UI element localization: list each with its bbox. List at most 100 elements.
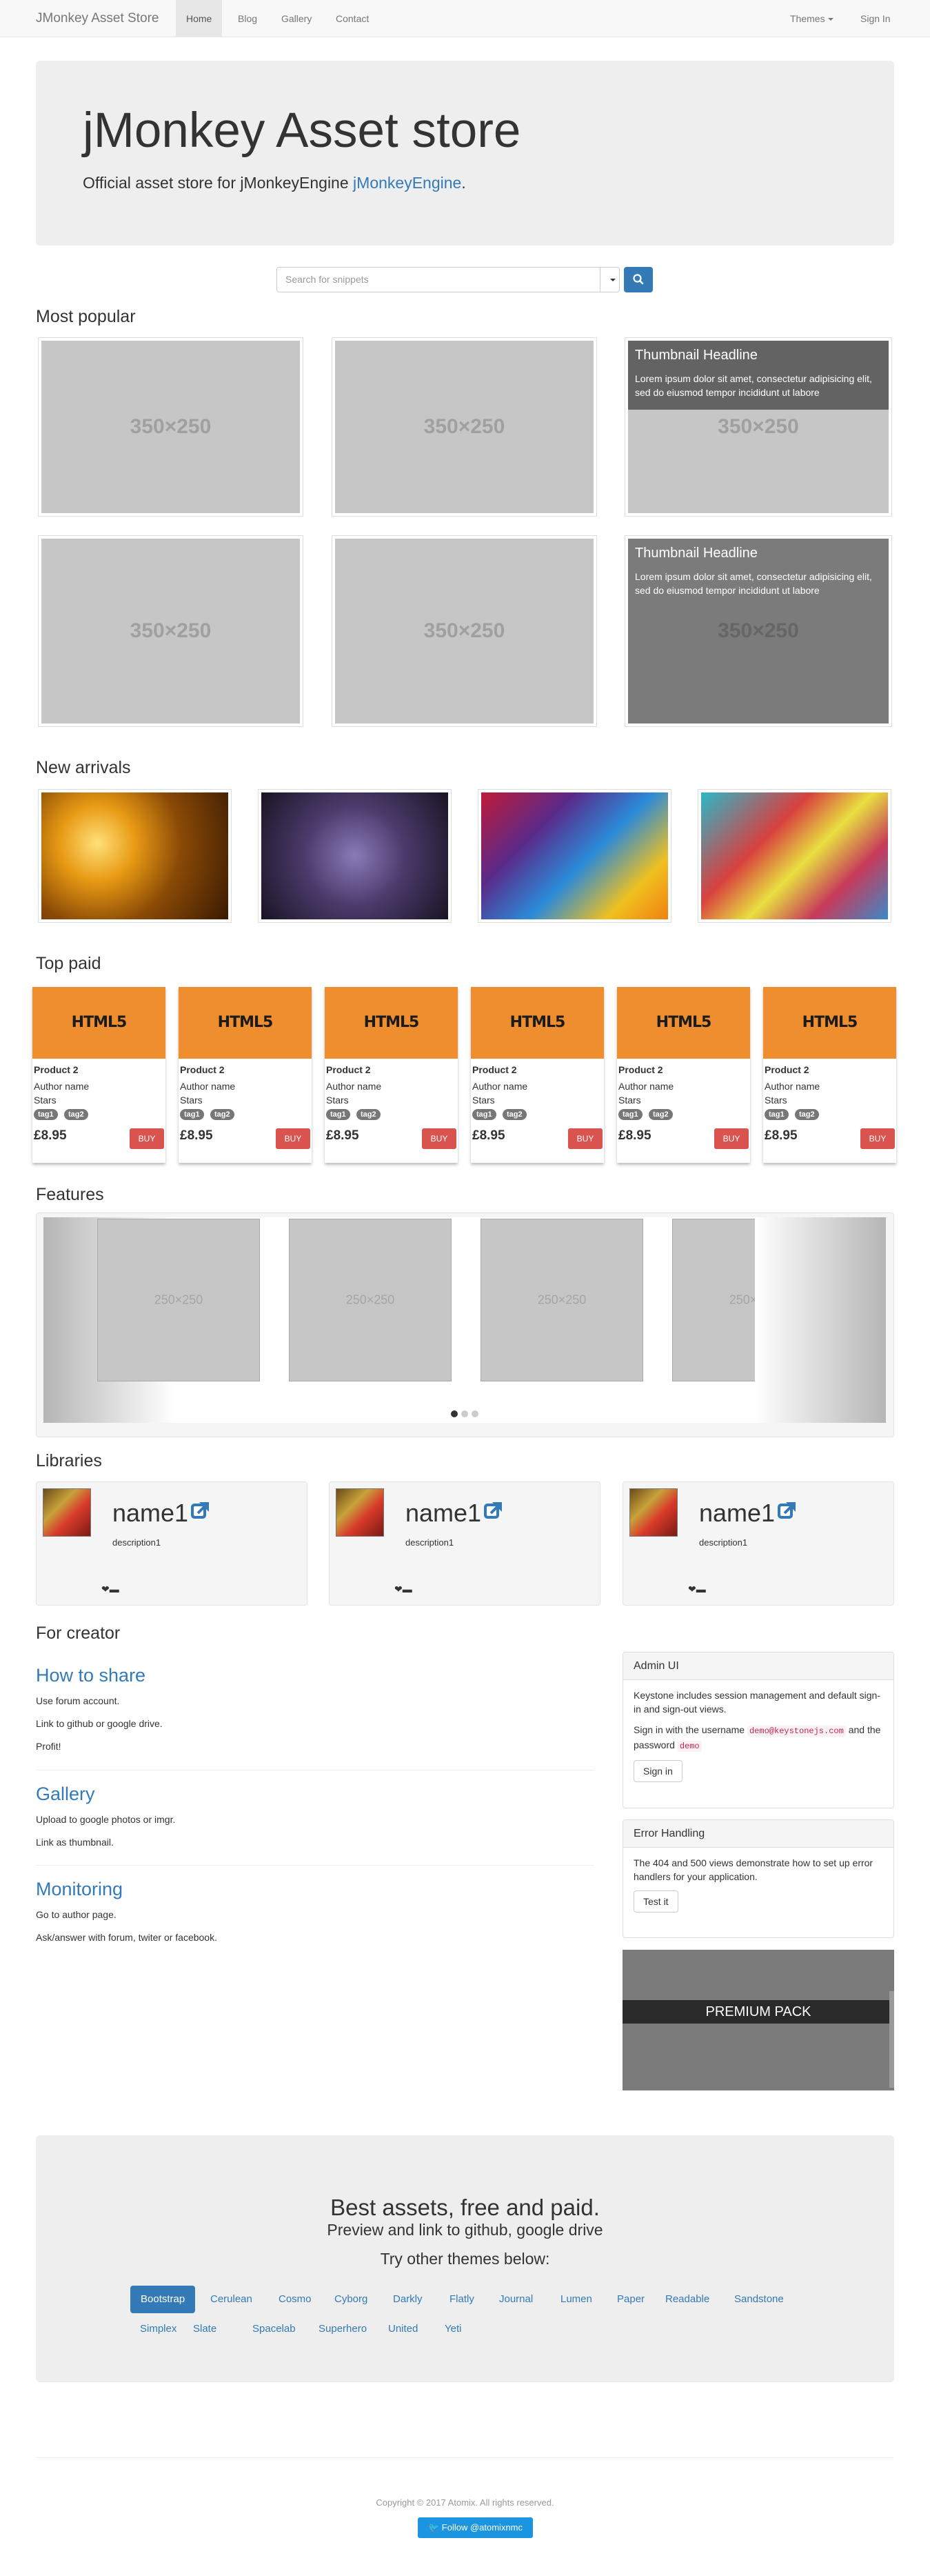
how-to-share-title[interactable]: How to share xyxy=(36,1665,145,1686)
theme-link-flatly[interactable]: Flatly xyxy=(439,2286,485,2313)
carousel-dot-2[interactable] xyxy=(461,1410,468,1417)
buy-button[interactable]: BUY xyxy=(714,1128,749,1149)
theme-link-journal[interactable]: Journal xyxy=(489,2286,543,2313)
product-tag[interactable]: tag1 xyxy=(180,1109,204,1120)
buy-button[interactable]: BUY xyxy=(860,1128,895,1149)
theme-link-cyborg[interactable]: Cyborg xyxy=(324,2286,378,2313)
arrival-image-3[interactable] xyxy=(478,790,671,922)
popular-thumb-5[interactable]: 350×250 xyxy=(332,536,596,726)
jme-link[interactable]: jMonkeyEngine xyxy=(353,174,461,192)
theme-link-darkly[interactable]: Darkly xyxy=(383,2286,433,2313)
library-card-2[interactable]: name1 description1 ❤▬ xyxy=(329,1481,600,1606)
product-tag[interactable]: tag2 xyxy=(64,1109,88,1120)
theme-link-superhero[interactable]: Superhero xyxy=(308,2315,377,2343)
theme-link-spacelab[interactable]: Spacelab xyxy=(242,2315,306,2343)
product-price: £8.95 xyxy=(180,1128,213,1143)
library-name[interactable]: name1 xyxy=(699,1499,775,1528)
product-tag[interactable]: tag2 xyxy=(503,1109,527,1120)
search-dropdown-button[interactable] xyxy=(600,267,620,292)
error-panel-title: Error Handling xyxy=(623,1820,893,1848)
product-name[interactable]: Product 2 xyxy=(618,1064,663,1075)
twitter-label: Follow @atomixnmc xyxy=(441,2522,523,2533)
theme-link-lumen[interactable]: Lumen xyxy=(550,2286,603,2313)
arrival-image-4[interactable] xyxy=(698,790,891,922)
nav-contact[interactable]: Contact xyxy=(325,0,379,37)
placeholder-label: 350×250 xyxy=(718,619,799,642)
popular-thumb-6[interactable]: 350×250 Thumbnail Headline Lorem ipsum d… xyxy=(625,536,891,726)
library-card-1[interactable]: name1 description1 ❤▬ xyxy=(36,1481,307,1606)
theme-link-simplex[interactable]: Simplex xyxy=(130,2315,187,2343)
external-link-icon[interactable] xyxy=(483,1499,505,1521)
library-card-3[interactable]: name1 description1 ❤▬ xyxy=(623,1481,894,1606)
carousel-dot-1[interactable] xyxy=(451,1410,458,1417)
product-tag[interactable]: tag1 xyxy=(472,1109,496,1120)
external-link-icon[interactable] xyxy=(776,1499,798,1521)
nav-gallery[interactable]: Gallery xyxy=(271,0,322,37)
nav-home[interactable]: Home xyxy=(176,0,223,37)
signin-link[interactable]: Sign In xyxy=(850,0,901,37)
premium-pack-banner[interactable]: PREMIUM PACK xyxy=(623,1950,894,2090)
product-tag[interactable]: tag1 xyxy=(34,1109,58,1120)
product-name[interactable]: Product 2 xyxy=(326,1064,371,1075)
library-name[interactable]: name1 xyxy=(112,1499,188,1528)
product-name[interactable]: Product 2 xyxy=(765,1064,809,1075)
product-card[interactable]: HTML5 Product 2 Author name Stars tag1 tag2 £8… xyxy=(763,987,896,1163)
product-name[interactable]: Product 2 xyxy=(472,1064,517,1075)
gallery-title[interactable]: Gallery xyxy=(36,1784,95,1805)
test-it-button[interactable]: Test it xyxy=(634,1890,678,1913)
buy-button[interactable]: BUY xyxy=(276,1128,310,1149)
product-tag[interactable]: tag1 xyxy=(326,1109,350,1120)
theme-link-cosmo[interactable]: Cosmo xyxy=(268,2286,322,2313)
nav-blog[interactable]: Blog xyxy=(228,0,267,37)
arrival-image-1[interactable] xyxy=(39,790,231,922)
buy-button[interactable]: BUY xyxy=(130,1128,164,1149)
monitoring-title[interactable]: Monitoring xyxy=(36,1879,123,1900)
product-card[interactable]: HTML5 Product 2 Author name Stars tag1 tag2 £8… xyxy=(617,987,750,1163)
product-card[interactable]: HTML5 Product 2 Author name Stars tag1 tag2 £8… xyxy=(471,987,604,1163)
product-name[interactable]: Product 2 xyxy=(180,1064,225,1075)
product-card[interactable]: HTML5 Product 2 Author name Stars tag1 tag2 £8… xyxy=(179,987,312,1163)
theme-link-readable[interactable]: Readable xyxy=(655,2286,720,2313)
buy-button[interactable]: BUY xyxy=(422,1128,456,1149)
feature-slide-2[interactable]: 250×250 xyxy=(289,1219,452,1381)
product-tag[interactable]: tag2 xyxy=(356,1109,381,1120)
product-tag[interactable]: tag2 xyxy=(649,1109,673,1120)
twitter-follow-button[interactable]: 🐦 Follow @atomixnmc xyxy=(418,2517,533,2538)
library-name[interactable]: name1 xyxy=(405,1499,481,1528)
popular-thumb-4[interactable]: 350×250 xyxy=(39,536,303,726)
library-avatar xyxy=(43,1488,91,1537)
theme-link-slate[interactable]: Slate xyxy=(183,2315,227,2343)
product-name[interactable]: Product 2 xyxy=(34,1064,79,1075)
external-link-icon[interactable] xyxy=(190,1499,212,1521)
theme-link-united[interactable]: United xyxy=(378,2315,428,2343)
popular-thumb-1[interactable]: 350×250 xyxy=(39,338,303,516)
brand-link[interactable]: JMonkey Asset Store xyxy=(36,0,159,37)
popular-thumb-2[interactable]: 350×250 xyxy=(332,338,596,516)
search-button[interactable] xyxy=(624,267,653,292)
hero-jumbotron: jMonkey Asset store Official asset store… xyxy=(36,61,894,246)
carousel-dot-3[interactable] xyxy=(472,1410,478,1417)
feature-slide-1[interactable]: 250×250 xyxy=(97,1219,260,1381)
product-tag[interactable]: tag1 xyxy=(765,1109,789,1120)
search-input[interactable]: Search for snippets xyxy=(276,267,600,292)
carousel-next-fade[interactable] xyxy=(755,1217,886,1423)
product-tag[interactable]: tag2 xyxy=(795,1109,819,1120)
feature-slide-3[interactable]: 250×250 xyxy=(481,1219,643,1381)
product-price: £8.95 xyxy=(618,1128,651,1143)
theme-link-yeti[interactable]: Yeti xyxy=(434,2315,472,2343)
theme-link-cerulean[interactable]: Cerulean xyxy=(200,2286,263,2313)
product-tag[interactable]: tag2 xyxy=(210,1109,234,1120)
theme-link-paper[interactable]: Paper xyxy=(607,2286,655,2313)
sign-in-button[interactable]: Sign in xyxy=(634,1760,683,1782)
buy-button[interactable]: BUY xyxy=(568,1128,603,1149)
theme-link-sandstone[interactable]: Sandstone xyxy=(724,2286,794,2313)
theme-link-bootstrap[interactable]: Bootstrap xyxy=(130,2286,196,2313)
product-card[interactable]: HTML5 Product 2 Author name Stars tag1 tag2 £8… xyxy=(32,987,165,1163)
product-card[interactable]: HTML5 Product 2 Author name Stars tag1 tag2 £8… xyxy=(325,987,458,1163)
popular-thumb-3[interactable]: 350×250 Thumbnail Headline Lorem ipsum d… xyxy=(625,338,891,516)
copyright: Copyright © 2017 Atomix. All rights rese… xyxy=(376,2497,554,2508)
themes-dropdown[interactable]: Themes xyxy=(780,0,844,37)
chevron-down-icon xyxy=(827,18,833,21)
product-tag[interactable]: tag1 xyxy=(618,1109,643,1120)
arrival-image-2[interactable] xyxy=(259,790,451,922)
